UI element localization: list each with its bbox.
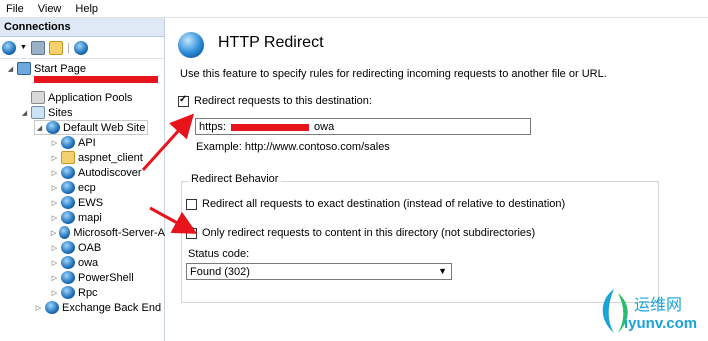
watermark-text-url: iyunv.com [624,315,698,332]
watermark: 运维网 iyunv.com [594,285,706,339]
watermark-text-cn: 运维网 [634,295,683,314]
annotation-arrow-2 [149,206,198,234]
annotation-arrow-1 [141,113,195,172]
